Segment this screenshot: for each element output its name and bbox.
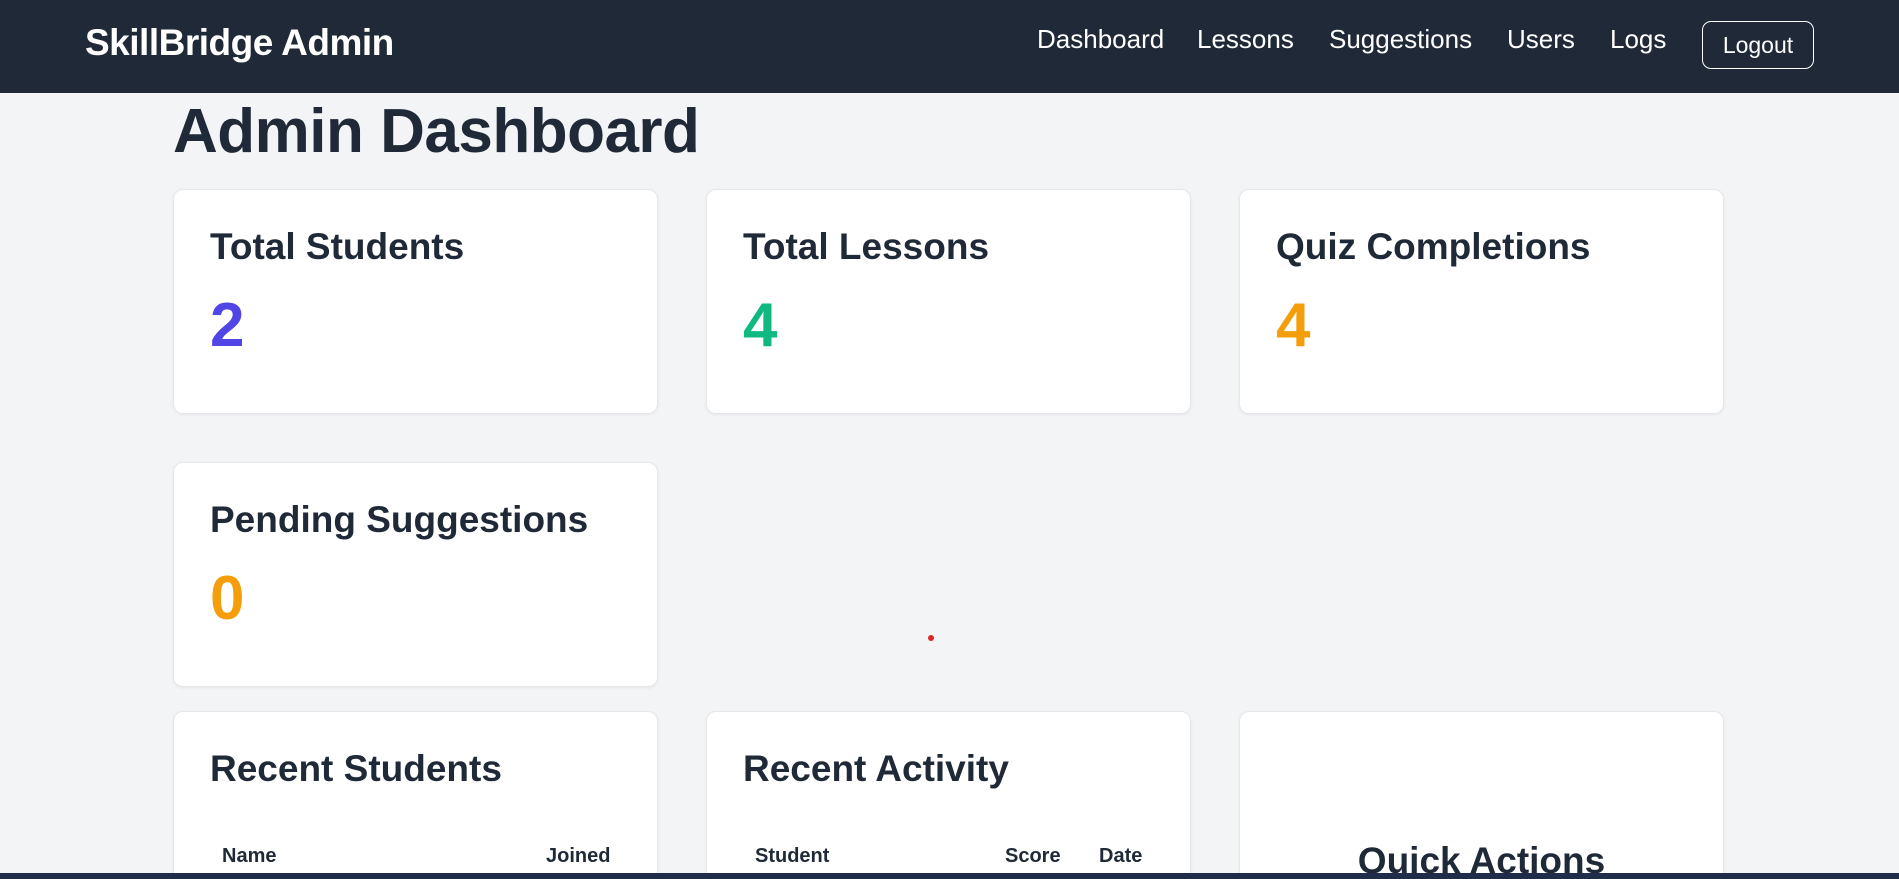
stat-label: Total Students: [210, 226, 465, 267]
stat-value: 0: [210, 564, 245, 633]
top-navbar: SkillBridge Admin Dashboard Lessons Sugg…: [0, 0, 1899, 93]
nav-link-logs[interactable]: Logs: [1610, 24, 1666, 55]
logout-button[interactable]: Logout: [1702, 21, 1814, 69]
page-title: Admin Dashboard: [173, 97, 700, 166]
recent-students-card: Recent Students Name Joined: [173, 711, 658, 879]
stat-label: Total Lessons: [743, 226, 990, 267]
stat-value: 4: [1276, 291, 1311, 360]
nav-link-users[interactable]: Users: [1507, 24, 1575, 55]
stat-value: 2: [210, 291, 245, 360]
bottom-edge: [0, 873, 1899, 879]
brand-title[interactable]: SkillBridge Admin: [85, 22, 394, 64]
column-header-student: Student: [755, 845, 830, 867]
recent-students-title: Recent Students: [210, 748, 502, 789]
stat-card-total-lessons: Total Lessons 4: [706, 189, 1191, 414]
nav-link-dashboard[interactable]: Dashboard: [1037, 24, 1164, 55]
recent-activity-card: Recent Activity Student Score Date: [706, 711, 1191, 879]
stat-card-quiz-completions: Quiz Completions 4: [1239, 189, 1724, 414]
nav-link-suggestions[interactable]: Suggestions: [1329, 24, 1472, 55]
stat-value: 4: [743, 291, 778, 360]
cursor-dot: [928, 635, 934, 641]
nav-link-lessons[interactable]: Lessons: [1197, 24, 1294, 55]
stat-label: Pending Suggestions: [210, 499, 589, 540]
column-header-joined: Joined: [546, 845, 611, 867]
stat-card-pending-suggestions: Pending Suggestions 0: [173, 462, 658, 687]
recent-activity-title: Recent Activity: [743, 748, 1009, 789]
quick-actions-card: Quick Actions: [1239, 711, 1724, 879]
stat-label: Quiz Completions: [1276, 226, 1591, 267]
admin-dashboard-page: SkillBridge Admin Dashboard Lessons Sugg…: [0, 0, 1899, 879]
column-header-name: Name: [222, 845, 277, 867]
stat-card-total-students: Total Students 2: [173, 189, 658, 414]
column-header-score: Score: [1005, 845, 1061, 867]
column-header-date: Date: [1099, 845, 1143, 867]
